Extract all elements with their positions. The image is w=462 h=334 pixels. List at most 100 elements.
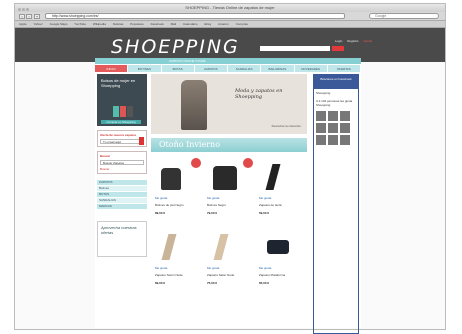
alert-box: Alerta de nuevos zapatos Tu email aquí: [97, 130, 147, 147]
hero-subtitle: Descubre la colección: [271, 124, 301, 128]
product-name[interactable]: Zapatos de tacón: [259, 203, 282, 207]
cart-link[interactable]: Carrito: [363, 39, 372, 43]
main-content: Moda y zapatos en Shoepping Descubre la …: [151, 74, 307, 298]
bookmark-item[interactable]: Noticias: [113, 22, 124, 26]
main-nav: INICIO BOTINES BOTAS ZAPATOS SANDALIAS B…: [95, 64, 361, 72]
bookmark-item[interactable]: Apple: [19, 22, 27, 26]
ad-box[interactable]: Aprovecha nuestras ofertas: [97, 221, 147, 257]
nav-item-novedades[interactable]: NOVEDADES: [295, 65, 328, 72]
bookmark-item[interactable]: Amazon: [218, 22, 229, 26]
product-name[interactable]: Zapatos Plataforma: [259, 273, 285, 277]
register-link[interactable]: Registro: [347, 39, 358, 43]
like-button[interactable]: Me gusta: [207, 196, 219, 200]
category-item[interactable]: BOTAS: [97, 192, 147, 197]
avatar[interactable]: [340, 111, 350, 121]
product-name[interactable]: Botines Negro: [207, 203, 226, 207]
category-item[interactable]: MARCAS: [97, 204, 147, 209]
avatar[interactable]: [340, 135, 350, 145]
site-search-input[interactable]: [260, 46, 330, 51]
search-box: Buscar Buscar Zapatos Buscar: [97, 151, 147, 174]
category-item[interactable]: SANDALIAS: [97, 198, 147, 203]
login-link[interactable]: Login: [335, 39, 342, 43]
product-grid: Me gusta Botines de piel Negro 89,00 € M…: [151, 158, 307, 298]
alert-email-input[interactable]: Tu email aquí: [100, 139, 144, 144]
category-item[interactable]: Botines: [97, 186, 147, 191]
product-card[interactable]: Me gusta Botines de piel Negro 89,00 €: [151, 158, 201, 228]
offer-badge: [243, 158, 253, 168]
bookmark-item[interactable]: Populares: [130, 22, 144, 26]
avatar[interactable]: [328, 111, 338, 121]
product-price: 69,00 €: [155, 281, 166, 285]
like-button[interactable]: Me gusta: [155, 196, 167, 200]
avatar[interactable]: [328, 135, 338, 145]
product-card[interactable]: Me gusta Zapatos de tacón 59,00 €: [255, 158, 305, 228]
nav-item-zapatos[interactable]: ZAPATOS: [195, 65, 228, 72]
nav-item-botas[interactable]: BOTAS: [162, 65, 195, 72]
nav-item-ofertas[interactable]: OFERTAS: [328, 65, 361, 72]
window-titlebar: SHOEPPING - Tienda Online de zapatos de …: [15, 4, 445, 12]
left-sidebar: Bolsos de mujer en Shoepping Comprar en …: [97, 74, 147, 257]
category-item[interactable]: ZAPATOS: [97, 180, 147, 185]
bookmark-item[interactable]: Calendario: [183, 22, 198, 26]
avatar[interactable]: [316, 135, 326, 145]
avatar[interactable]: [328, 123, 338, 133]
product-name[interactable]: Botines de piel Negro: [155, 203, 184, 207]
address-bar[interactable]: http://www.shoepping.com/es/: [45, 13, 345, 19]
heel-icon: [261, 232, 293, 262]
product-price: 59,00 €: [259, 211, 270, 215]
bookmark-item[interactable]: Compras: [236, 22, 248, 26]
product-card[interactable]: Me gusta Zapatos Salón Nude 75,00 €: [203, 228, 253, 298]
bookmark-icon: [139, 137, 144, 145]
site-search-button[interactable]: [332, 46, 344, 51]
search-field[interactable]: Google: [369, 13, 439, 19]
product-price: 89,00 €: [155, 211, 166, 215]
bookmark-item[interactable]: Wikipedia: [93, 22, 106, 26]
window-title: SHOEPPING - Tienda Online de zapatos de …: [185, 5, 275, 10]
nav-item-botines[interactable]: BOTINES: [128, 65, 162, 72]
nav-item-inicio[interactable]: INICIO: [95, 65, 129, 72]
browser-toolbar: ‹ › + http://www.shoepping.com/es/ Googl…: [15, 12, 445, 21]
facebook-fans: [314, 109, 358, 147]
bookmark-item[interactable]: Facebook: [151, 22, 164, 26]
bookmark-item[interactable]: Ebay: [204, 22, 211, 26]
like-button[interactable]: Me gusta: [207, 266, 219, 270]
like-button[interactable]: Me gusta: [259, 196, 271, 200]
heel-icon: [261, 162, 293, 192]
bookmark-item[interactable]: Mail: [171, 22, 177, 26]
nav-item-bailarinas[interactable]: BAILARINAS: [261, 65, 295, 72]
avatar[interactable]: [340, 123, 350, 133]
product-price: 79,00 €: [207, 211, 218, 215]
search-box-input[interactable]: Buscar Zapatos: [100, 160, 144, 165]
avatar[interactable]: [316, 123, 326, 133]
hero-title: Moda y zapatos en Shoepping: [235, 88, 283, 100]
alert-title: Alerta de nuevos zapatos: [100, 133, 137, 137]
product-name[interactable]: Zapatos Salón Nude: [207, 273, 234, 277]
product-card[interactable]: Me gusta Zapatos Tacón Nude 69,00 €: [151, 228, 201, 298]
category-list: ZAPATOS Botines BOTAS SANDALIAS MARCAS: [97, 180, 147, 209]
like-button[interactable]: Me gusta: [259, 266, 271, 270]
forward-button[interactable]: ›: [26, 14, 32, 19]
bags-icon: [113, 106, 135, 118]
product-price: 65,00 €: [259, 281, 270, 285]
avatar[interactable]: [316, 111, 326, 121]
site-logo[interactable]: SHOEPPING: [111, 36, 240, 58]
bookmark-item[interactable]: Google Maps: [50, 22, 68, 26]
add-tab-button[interactable]: +: [34, 14, 40, 19]
facebook-header[interactable]: Búscanos en Facebook: [314, 75, 358, 89]
search-box-link[interactable]: Buscar: [100, 167, 144, 171]
product-name[interactable]: Zapatos Tacón Nude: [155, 273, 183, 277]
site-page: ZAPATOS ONLINE STORE INICIO BOTINES BOTA…: [95, 58, 361, 334]
section-title: Otoño Invierno: [159, 140, 221, 149]
promo-button[interactable]: Comprar en Shoepping: [101, 120, 141, 124]
product-card[interactable]: Me gusta Botines Negro 79,00 €: [203, 158, 253, 228]
nav-item-sandalias[interactable]: SANDALIAS: [228, 65, 262, 72]
like-button[interactable]: Me gusta: [155, 266, 167, 270]
bookmark-item[interactable]: YouTube: [74, 22, 86, 26]
hero-banner[interactable]: Moda y zapatos en Shoepping Descubre la …: [151, 74, 307, 134]
facebook-page-name[interactable]: Shoepping: [314, 89, 358, 97]
bags-promo[interactable]: Bolsos de mujer en Shoepping Comprar en …: [97, 74, 147, 126]
product-card[interactable]: Me gusta Zapatos Plataforma 65,00 €: [255, 228, 305, 298]
back-button[interactable]: ‹: [19, 14, 25, 19]
heel-icon: [209, 232, 241, 262]
bookmark-item[interactable]: Yahoo!: [33, 22, 42, 26]
